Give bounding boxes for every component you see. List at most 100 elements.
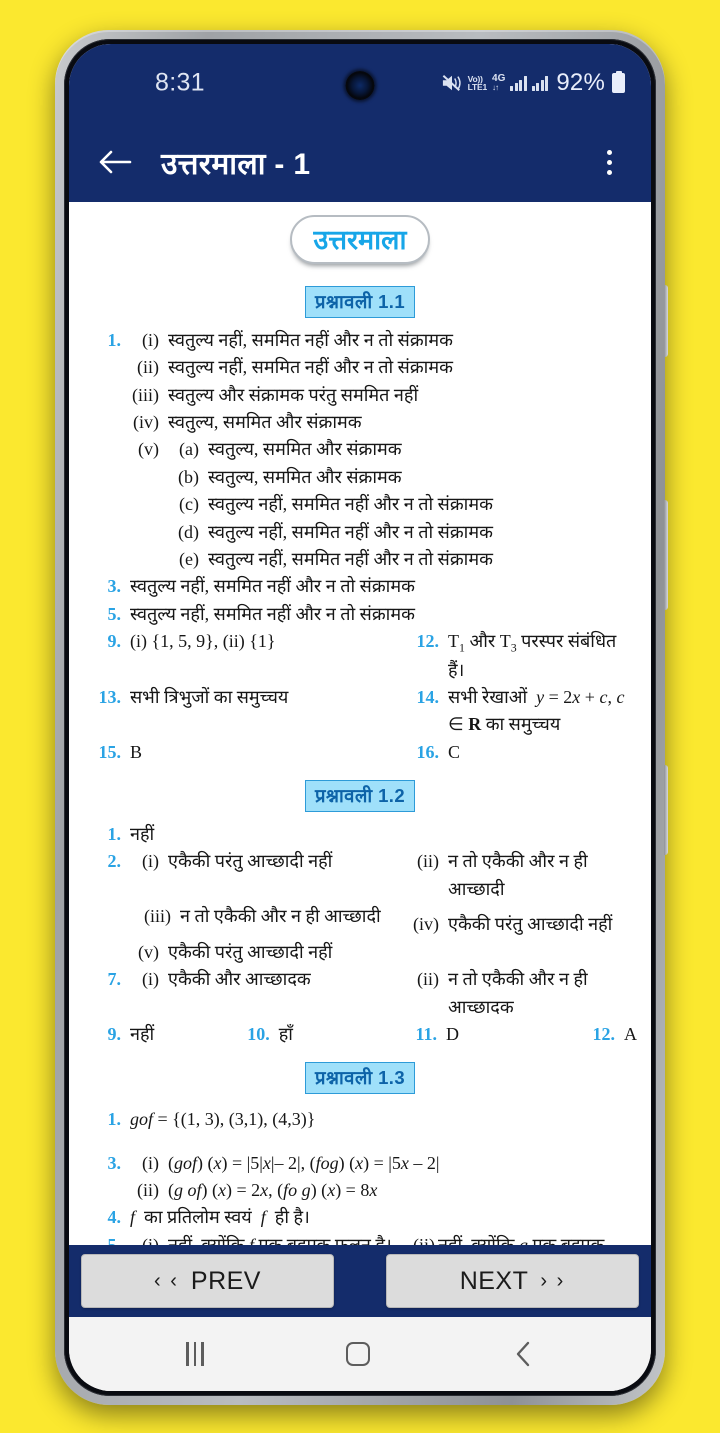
answer-text: f का प्रतिलोम स्वयं f ही है।: [130, 1207, 310, 1228]
android-navigation-bar: [69, 1317, 651, 1391]
answer-subletter: (b): [178, 466, 199, 487]
answer-key-banner: उत्तरमाला: [289, 215, 431, 264]
answer-text: स्वतुल्य नहीं, सममित नहीं और न तो संक्रा…: [168, 357, 453, 378]
volte-label-bottom: LTE1: [467, 82, 488, 92]
answer-row: 9. (i) {1, 5, 9}, (ii) {1} 12. T1 और T3 …: [83, 628, 637, 684]
answer-row: (iv) स्वतुल्य, सममित और संक्रामक: [83, 409, 637, 436]
answer-row: 13. सभी त्रिभुजों का समुच्चय 14. सभी रेख…: [83, 684, 637, 739]
exercise-heading-1-3: प्रश्नावली 1.3: [304, 1062, 416, 1095]
answer-text: स्वतुल्य नहीं, सममित नहीं और न तो संक्रा…: [208, 521, 493, 542]
answer-text: नहीं, क्योंकि f एक बहुएक फलन है।: [168, 1234, 392, 1245]
answer-text: स्वतुल्य, सममित और संक्रामक: [168, 412, 362, 433]
answer-roman: (ii): [413, 1234, 435, 1245]
data-transfer-arrows: ↓↑: [492, 83, 499, 92]
exercise-heading-row-1-2: प्रश्नावली 1.2: [83, 780, 637, 813]
answers-1-3: 1. gof = {(1, 3), (3,1), (4,3)} 3. (i) (…: [83, 1106, 637, 1245]
phone-screen: 8:31 Vo)) LTE1 4G ↓↑ 92% उत्तरमाला - 1 उ…: [69, 44, 651, 1391]
answer-number: 5.: [107, 1234, 122, 1245]
answer-number: 3.: [107, 576, 122, 597]
page-title: उत्तरमाला - 1: [161, 147, 311, 181]
answer-number: 9.: [107, 630, 122, 651]
answer-roman: (ii): [417, 851, 439, 872]
answers-1-2: 1. नहीं 2. (i) एकैकी परंतु आच्छादी नहीं …: [83, 821, 638, 1048]
answer-number: 4.: [107, 1207, 122, 1228]
answer-text: स्वतुल्य नहीं, सममित नहीं और न तो संक्रा…: [130, 576, 415, 597]
answer-number: 11.: [415, 1023, 437, 1044]
answer-number: 1.: [107, 1109, 122, 1130]
answer-text: स्वतुल्य और संक्रामक परंतु सममित नहीं: [168, 384, 419, 405]
answer-number: 2.: [107, 851, 122, 872]
answer-text: स्वतुल्य नहीं, सममित नहीं और न तो संक्रा…: [168, 330, 453, 350]
back-icon[interactable]: [512, 1340, 534, 1368]
answer-text: न तो एकैकी और न ही आच्छादी: [448, 851, 588, 899]
next-chevron-icon: › ›: [540, 1269, 566, 1292]
answer-row: 5. (i) नहीं, क्योंकि f एक बहुएक फलन है। …: [83, 1232, 637, 1245]
next-button[interactable]: NEXT › ›: [386, 1254, 639, 1308]
answer-text: एकैकी और आच्छादक: [168, 969, 311, 990]
answer-number: 9.: [107, 1023, 122, 1044]
answer-text: स्वतुल्य नहीं, सममित नहीं और न तो संक्रा…: [130, 603, 415, 624]
network-type-icon: 4G ↓↑: [492, 74, 505, 92]
answer-subletter: (a): [179, 439, 199, 460]
battery-percent: 92%: [556, 69, 605, 96]
answer-text: T1 और T3 परस्पर संबंधित हैं।: [448, 630, 617, 680]
phone-volume-button[interactable]: [664, 500, 668, 610]
battery-icon: [612, 73, 625, 93]
answer-number: 14.: [416, 686, 440, 707]
exercise-heading-row-1-3: प्रश्नावली 1.3: [83, 1062, 637, 1095]
exercise-heading-1-2: प्रश्नावली 1.2: [304, 780, 416, 813]
answers-1-1: 1. (i) स्वतुल्य नहीं, सममित नहीं और न तो…: [83, 327, 637, 766]
answer-row: 9. नहीं 10. हाँ 11. D 12. A: [83, 1021, 638, 1048]
answer-text: (gof) (x) = |5|x|– 2|, (fog) (x) = |5x –…: [168, 1152, 440, 1173]
answer-text: B: [130, 741, 143, 762]
answer-number: [83, 903, 121, 930]
answer-text: स्वतुल्य नहीं, सममित नहीं और न तो संक्रा…: [208, 548, 493, 569]
answer-row: (c) स्वतुल्य नहीं, सममित नहीं और न तो सं…: [83, 491, 637, 518]
answer-row: 3. (i) (gof) (x) = |5|x|– 2|, (fog) (x) …: [83, 1150, 637, 1177]
prev-button[interactable]: ‹ ‹ PREV: [81, 1254, 334, 1308]
answer-row: 15. B 16. C: [83, 739, 637, 766]
volte-icon: Vo)) LTE1: [467, 74, 488, 92]
next-button-label: NEXT: [459, 1266, 529, 1295]
phone-frame: 8:31 Vo)) LTE1 4G ↓↑ 92% उत्तरमाला - 1 उ…: [55, 30, 668, 1405]
answer-roman: (iii): [144, 906, 171, 927]
answer-key-page: उत्तरमाला प्रश्नावली 1.1 1. (i) स्वतुल्य…: [69, 202, 651, 1245]
answer-roman: (iii): [132, 384, 159, 405]
phone-side-button-top[interactable]: [664, 285, 668, 357]
banner-row: उत्तरमाला: [83, 202, 637, 264]
app-bar: उत्तरमाला - 1: [69, 122, 651, 202]
answer-roman: (iv): [133, 412, 159, 433]
answer-roman: (ii): [137, 357, 159, 378]
signal-bars-sim1-icon: [510, 75, 527, 91]
answer-roman: (ii): [137, 1179, 159, 1200]
answer-number: 12.: [416, 630, 440, 651]
answer-roman: (v): [138, 941, 159, 962]
answer-number: 13.: [98, 686, 122, 707]
answer-row: 1. नहीं: [83, 821, 637, 848]
answer-text: (g of) (x) = 2x, (fo g) (x) = 8x: [168, 1179, 378, 1200]
answer-row: 1. (i) स्वतुल्य नहीं, सममित नहीं और न तो…: [83, 327, 637, 354]
answer-text: स्वतुल्य नहीं, सममित नहीं और न तो संक्रा…: [208, 494, 493, 515]
signal-bars-sim2-icon: [531, 75, 549, 91]
home-icon[interactable]: [345, 1342, 370, 1366]
answer-row: (d) स्वतुल्य नहीं, सममित नहीं और न तो सं…: [83, 519, 637, 546]
phone-power-button[interactable]: [664, 765, 668, 855]
answer-row: (v) (a) स्वतुल्य, सममित और संक्रामक: [83, 436, 637, 463]
answer-subletter: (c): [179, 494, 199, 515]
status-time: 8:31: [155, 68, 205, 97]
answer-row: (iii) न तो एकैकी और न ही आच्छादी (iv) एक…: [83, 903, 637, 939]
prev-button-label: PREV: [190, 1266, 261, 1295]
answer-row: 4. f का प्रतिलोम स्वयं f ही है।: [83, 1204, 637, 1231]
recents-icon[interactable]: [186, 1342, 204, 1366]
answer-number: 15.: [98, 741, 122, 762]
answer-row: (ii) (g of) (x) = 2x, (fo g) (x) = 8x: [83, 1177, 637, 1204]
answer-text: (i) {1, 5, 9}, (ii) {1}: [130, 630, 276, 651]
overflow-menu-icon[interactable]: [593, 142, 625, 182]
pagination-footer: ‹ ‹ PREV NEXT › ›: [69, 1245, 651, 1317]
answer-roman: (iv): [413, 914, 439, 935]
answer-text: D: [445, 1023, 459, 1044]
answer-roman: (i): [142, 969, 159, 990]
answer-row: 5. स्वतुल्य नहीं, सममित नहीं और न तो संक…: [83, 601, 637, 628]
answer-number: 1.: [107, 330, 122, 350]
back-arrow-icon[interactable]: [95, 142, 135, 182]
